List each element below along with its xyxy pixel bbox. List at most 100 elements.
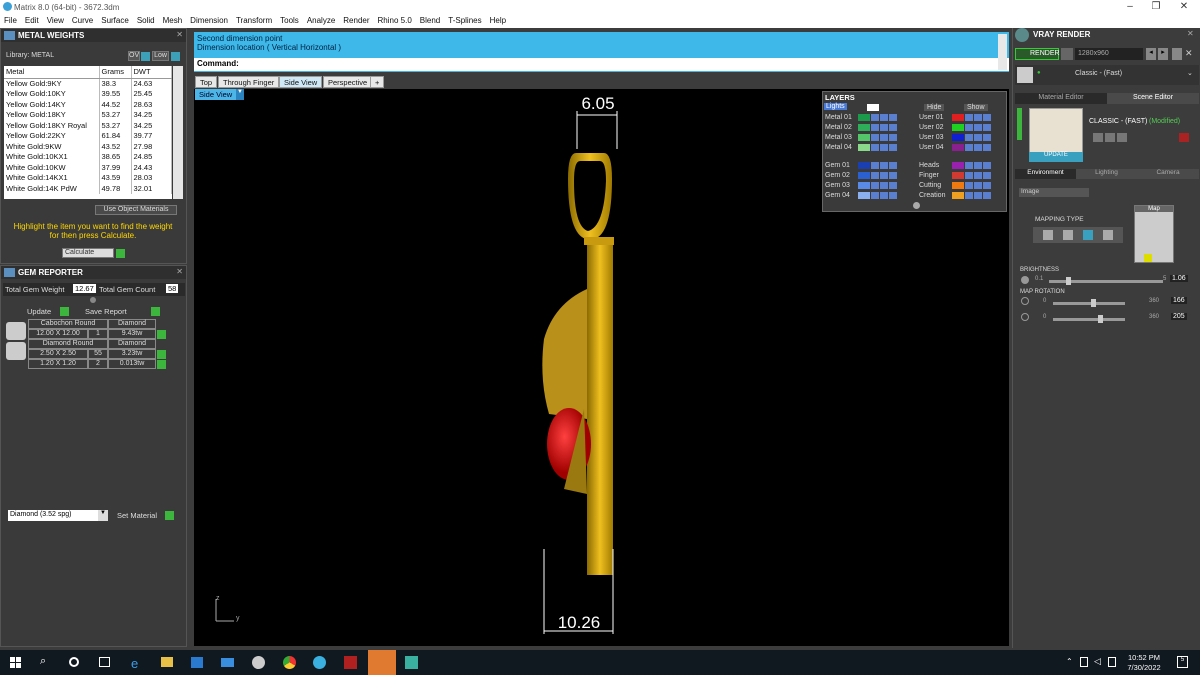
camera-icon[interactable] (1061, 48, 1073, 60)
clock-date[interactable]: 7/30/2022 (1124, 663, 1164, 672)
layer-select-icon[interactable] (983, 134, 991, 141)
language-icon[interactable] (1108, 657, 1116, 667)
layer-lock-icon[interactable] (965, 144, 973, 151)
tab-camera[interactable]: Camera (1137, 169, 1199, 179)
layer-color-swatch[interactable] (952, 182, 964, 189)
layer-lock-icon[interactable] (965, 124, 973, 131)
table-row[interactable]: White Gold:10KW 37.99 24.43 (4, 162, 172, 173)
chevron-down-icon[interactable]: ▼ (98, 510, 108, 521)
ov-button[interactable]: OV (128, 51, 140, 61)
tray-chevron-icon[interactable]: ⌃ (1066, 657, 1073, 666)
layer-visible-icon[interactable] (974, 114, 982, 121)
menu-file[interactable]: File (0, 14, 21, 25)
rhino-icon[interactable] (252, 656, 265, 669)
lock-icon[interactable] (1172, 48, 1182, 60)
network-icon[interactable] (1080, 657, 1088, 667)
layer-select-icon[interactable] (983, 162, 991, 169)
layer-color-swatch[interactable] (952, 144, 964, 151)
layer-visible-icon[interactable] (974, 172, 982, 179)
layer-lock-icon[interactable] (965, 172, 973, 179)
table-row[interactable]: White Gold:9KW 43.52 27.98 (4, 141, 172, 152)
layer-color-swatch[interactable] (858, 192, 870, 199)
next-icon[interactable]: ▸ (1158, 48, 1168, 60)
layer-lock-icon[interactable] (965, 114, 973, 121)
layer-row[interactable]: User 04 (919, 144, 991, 153)
search-icon[interactable]: ⌕ (40, 655, 46, 668)
layer-visible-icon[interactable] (974, 144, 982, 151)
chrome-icon[interactable] (283, 656, 296, 669)
task-view-icon[interactable] (99, 657, 110, 667)
scene-tools-icon[interactable] (1105, 133, 1115, 142)
layer-visible-icon[interactable] (974, 182, 982, 189)
layer-color-swatch[interactable] (858, 172, 870, 179)
scene-update-button[interactable]: UPDATE (1029, 152, 1083, 162)
show-all-button[interactable]: Show (964, 104, 988, 111)
mapping-sphere-icon[interactable] (1103, 230, 1113, 240)
scene-save-icon[interactable] (1093, 133, 1103, 142)
menu-curve[interactable]: Curve (68, 14, 97, 25)
table-row[interactable]: White Gold:14KX1 43.59 28.03 (4, 172, 172, 183)
rotation-h-value[interactable]: 166 (1171, 297, 1187, 304)
ov-toggle-icon[interactable] (141, 52, 150, 61)
volume-icon[interactable]: ◁ (1094, 656, 1101, 667)
menu-view[interactable]: View (43, 14, 68, 25)
layer-visible-icon[interactable] (974, 124, 982, 131)
menu-t-splines[interactable]: T-Splines (444, 14, 485, 25)
save-report-go-icon[interactable] (151, 307, 160, 316)
mapping-box-icon[interactable] (1063, 230, 1073, 240)
calculate-go-icon[interactable] (116, 249, 125, 258)
menu-mesh[interactable]: Mesh (159, 14, 187, 25)
layer-select-icon[interactable] (983, 114, 991, 121)
layer-row[interactable]: Gem 04 (825, 192, 897, 201)
table-row[interactable]: Yellow Gold:9KY 38.3 24.63 (4, 78, 172, 89)
layer-select-icon[interactable] (889, 182, 897, 189)
low-button[interactable]: Low (152, 51, 169, 61)
layer-lock-icon[interactable] (965, 182, 973, 189)
layer-lock-icon[interactable] (965, 134, 973, 141)
layer-color-swatch[interactable] (858, 144, 870, 151)
matrix-active-icon[interactable] (368, 650, 396, 675)
table-row[interactable]: Yellow Gold:18KY Royal 53.27 34.25 (4, 120, 172, 131)
scene-expand-icon[interactable] (1017, 108, 1022, 140)
table-row[interactable]: Yellow Gold:18KY 53.27 34.25 (4, 109, 172, 120)
maximize-icon[interactable]: ❐ (1146, 1, 1166, 12)
app-icon-red[interactable] (344, 656, 357, 669)
scene-delete-icon[interactable] (1179, 133, 1189, 142)
layer-row[interactable]: Cutting (919, 182, 991, 191)
layer-lock-icon[interactable] (871, 144, 879, 151)
panel-close-icon[interactable]: ✕ (176, 30, 183, 39)
menu-tools[interactable]: Tools (276, 14, 303, 25)
table-row[interactable]: Yellow Gold:14KY 44.52 28.63 (4, 99, 172, 110)
set-material-button[interactable]: Set Material (117, 511, 157, 520)
menu-dimension[interactable]: Dimension (186, 14, 232, 25)
table-row[interactable]: White Gold:14K PdW 49.78 32.01 (4, 183, 172, 194)
settings-icon[interactable]: ✕ (1185, 48, 1197, 60)
layer-row[interactable]: Gem 01 (825, 162, 897, 171)
layer-lock-icon[interactable] (965, 162, 973, 169)
layer-row[interactable]: Metal 03 (825, 134, 897, 143)
table-row[interactable]: Yellow Gold:22KY 61.84 39.77 (4, 130, 172, 141)
tab-environment[interactable]: Environment (1015, 169, 1076, 179)
menu-analyze[interactable]: Analyze (303, 14, 339, 25)
layer-color-swatch[interactable] (952, 124, 964, 131)
metal-table-scrollbar[interactable] (173, 66, 183, 199)
update-go-icon[interactable] (60, 307, 69, 316)
tab-through-finger[interactable]: Through Finger (218, 76, 280, 88)
layer-select-icon[interactable] (983, 124, 991, 131)
map-preview[interactable]: Map (1134, 205, 1174, 263)
layer-color-swatch[interactable] (858, 114, 870, 121)
layer-select-icon[interactable] (889, 162, 897, 169)
rotation-h-slider[interactable] (1053, 302, 1125, 305)
layer-row[interactable]: User 03 (919, 134, 991, 143)
layer-lock-icon[interactable] (871, 162, 879, 169)
layer-visible-icon[interactable] (880, 182, 888, 189)
app-icon-blue[interactable] (313, 656, 326, 669)
menu-blend[interactable]: Blend (416, 14, 444, 25)
update-button[interactable]: Update (27, 307, 51, 316)
layer-row[interactable]: User 01 (919, 114, 991, 123)
use-object-materials-checkbox[interactable]: Use Object Materials (95, 205, 177, 215)
layer-select-icon[interactable] (983, 144, 991, 151)
layer-row[interactable]: Metal 04 (825, 144, 897, 153)
layer-visible-icon[interactable] (974, 192, 982, 199)
layer-lock-icon[interactable] (871, 114, 879, 121)
